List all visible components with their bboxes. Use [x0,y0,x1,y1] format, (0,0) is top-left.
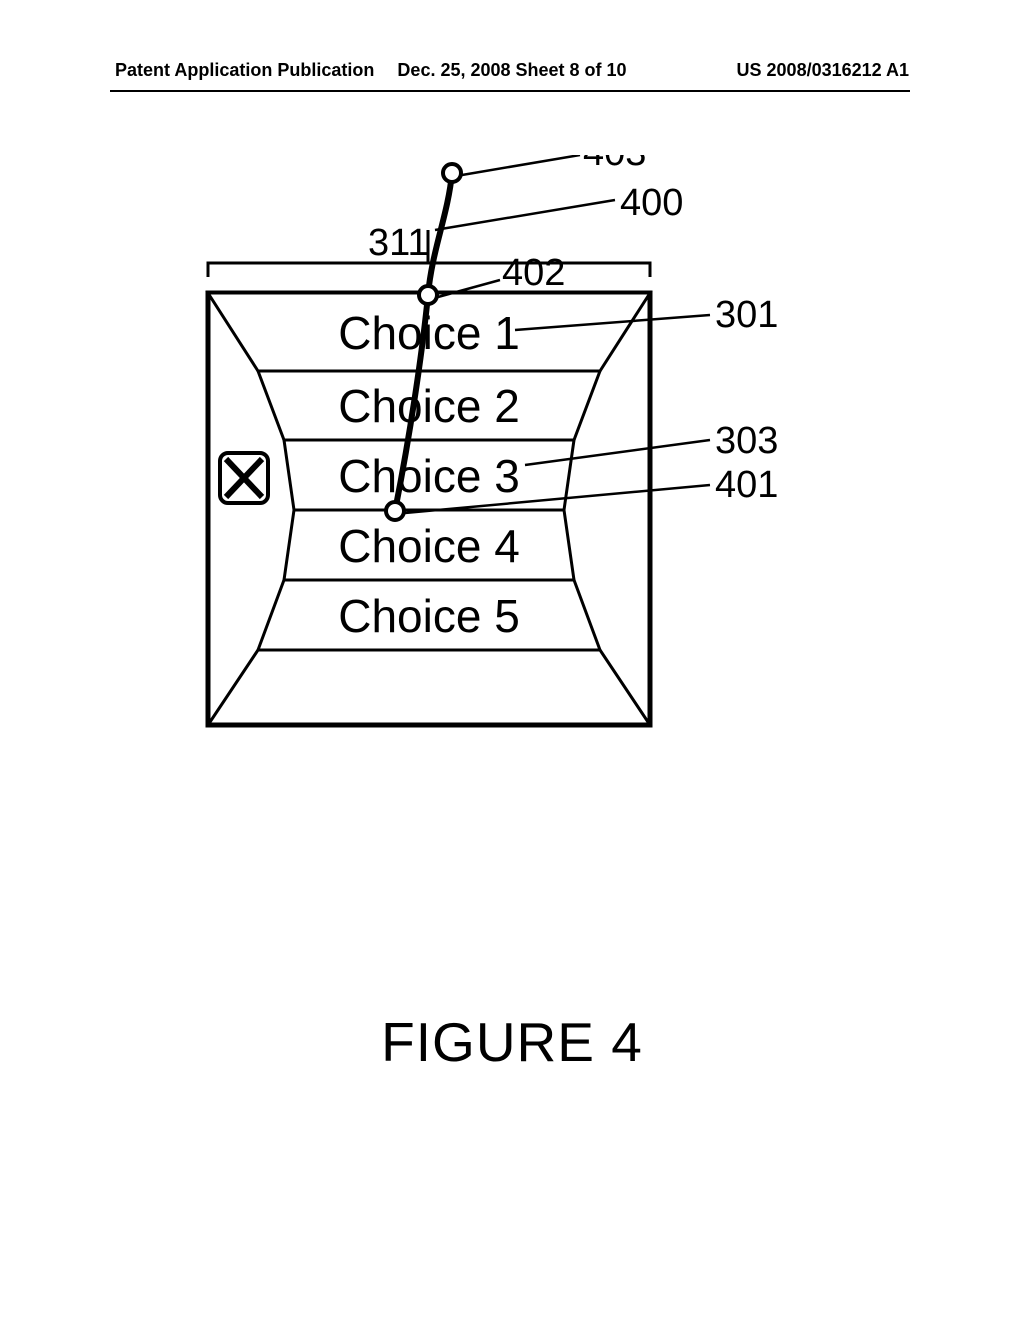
ref-403: 403 [583,155,646,174]
ref-303: 303 [715,420,778,462]
ref-402: 402 [502,252,565,294]
choice-1-label: Choice 1 [338,307,520,359]
header-center: Dec. 25, 2008 Sheet 8 of 10 [397,60,626,81]
choice-4-label: Choice 4 [338,520,520,572]
header-right: US 2008/0316212 A1 [737,60,909,81]
header-left: Patent Application Publication [115,60,374,81]
choice-2-label: Choice 2 [338,380,520,432]
figure-caption: FIGURE 4 [0,1010,1024,1074]
ref-301: 301 [715,294,778,336]
header-rule [110,90,910,92]
choice-5-label: Choice 5 [338,590,520,642]
page-header: Patent Application Publication Dec. 25, … [0,60,1024,81]
figure-svg: Choice 1 Choice 2 Choice 3 Choice 4 Choi… [170,155,850,805]
ref-401: 401 [715,464,778,506]
point-401 [386,502,404,520]
choice-3-label: Choice 3 [338,450,520,502]
leader-403 [462,155,580,175]
close-box [220,453,268,503]
patent-figure: Choice 1 Choice 2 Choice 3 Choice 4 Choi… [170,155,850,805]
point-402 [419,286,437,304]
ref-400: 400 [620,182,683,224]
point-403 [443,164,461,182]
leader-400 [435,200,615,230]
ref-311: 311 [368,222,429,264]
